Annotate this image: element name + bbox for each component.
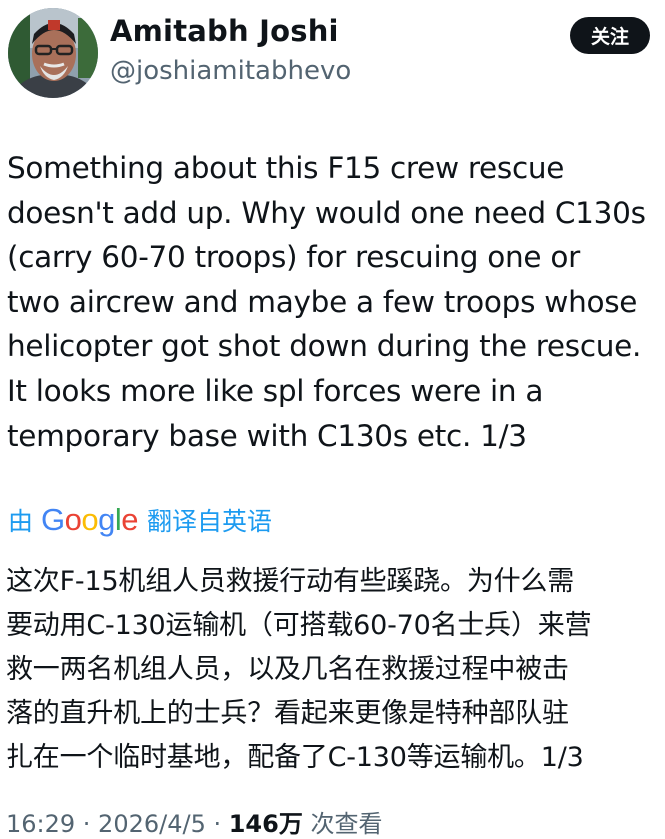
- tweet-line: temporary base with C130s etc. 1/3: [7, 418, 527, 453]
- author-name[interactable]: Amitabh Joshi: [110, 14, 339, 48]
- author-handle[interactable]: @joshiamitabhevo: [110, 56, 351, 86]
- translated-line: 要动用C-130运输机（可搭载60-70名士兵）来营: [6, 610, 592, 641]
- avatar-photo: [8, 8, 98, 98]
- tweet-line: It looks more like spl forces were in a: [7, 373, 544, 408]
- view-count[interactable]: 146万: [229, 810, 303, 838]
- translation-attribution[interactable]: 由 Google 翻译自英语: [8, 500, 272, 540]
- avatar[interactable]: [8, 8, 98, 98]
- tweet-line: Something about this F15 crew rescue: [7, 151, 565, 185]
- follow-button[interactable]: 关注: [570, 17, 650, 54]
- tweet-line: doesn't add up. Why would one need C130s: [7, 195, 646, 230]
- tweet-header: Amitabh Joshi @joshiamitabhevo 关注: [0, 0, 665, 110]
- tweet-line: two aircrew and maybe a few troops whose: [7, 284, 638, 319]
- tweet-line: (carry 60-70 troops) for rescuing one or: [7, 240, 580, 275]
- google-logo-letter: e: [121, 502, 139, 537]
- translated-text: 这次F-15机组人员救援行动有些蹊跷。为什么需 要动用C-130运输机（可搭载6…: [6, 560, 662, 780]
- translated-line: 扎在一个临时基地，配备了C-130等运输机。1/3: [6, 742, 584, 773]
- google-logo: Google: [41, 502, 139, 538]
- google-logo-letter: o: [81, 502, 99, 537]
- google-logo-letter: g: [98, 502, 115, 537]
- post-timestamp[interactable]: 16:29 · 2026/4/5 ·: [6, 810, 229, 838]
- translated-line: 落的直升机上的士兵？看起来更像是特种部队驻: [6, 698, 569, 729]
- translated-from-label: 翻译自英语: [147, 507, 273, 536]
- translated-by-label: 由: [8, 507, 34, 536]
- google-logo-letter: o: [64, 502, 82, 537]
- google-logo-letter: G: [41, 502, 65, 537]
- view-count-label: 次查看: [302, 810, 383, 838]
- translated-line: 这次F-15机组人员救援行动有些蹊跷。为什么需: [6, 566, 575, 597]
- translated-line: 救一两名机组人员，以及几名在救援过程中被击: [6, 654, 569, 685]
- tweet-line: helicopter got shot down during the resc…: [7, 329, 642, 364]
- tweet-text: Something about this F15 crew rescue doe…: [7, 146, 662, 458]
